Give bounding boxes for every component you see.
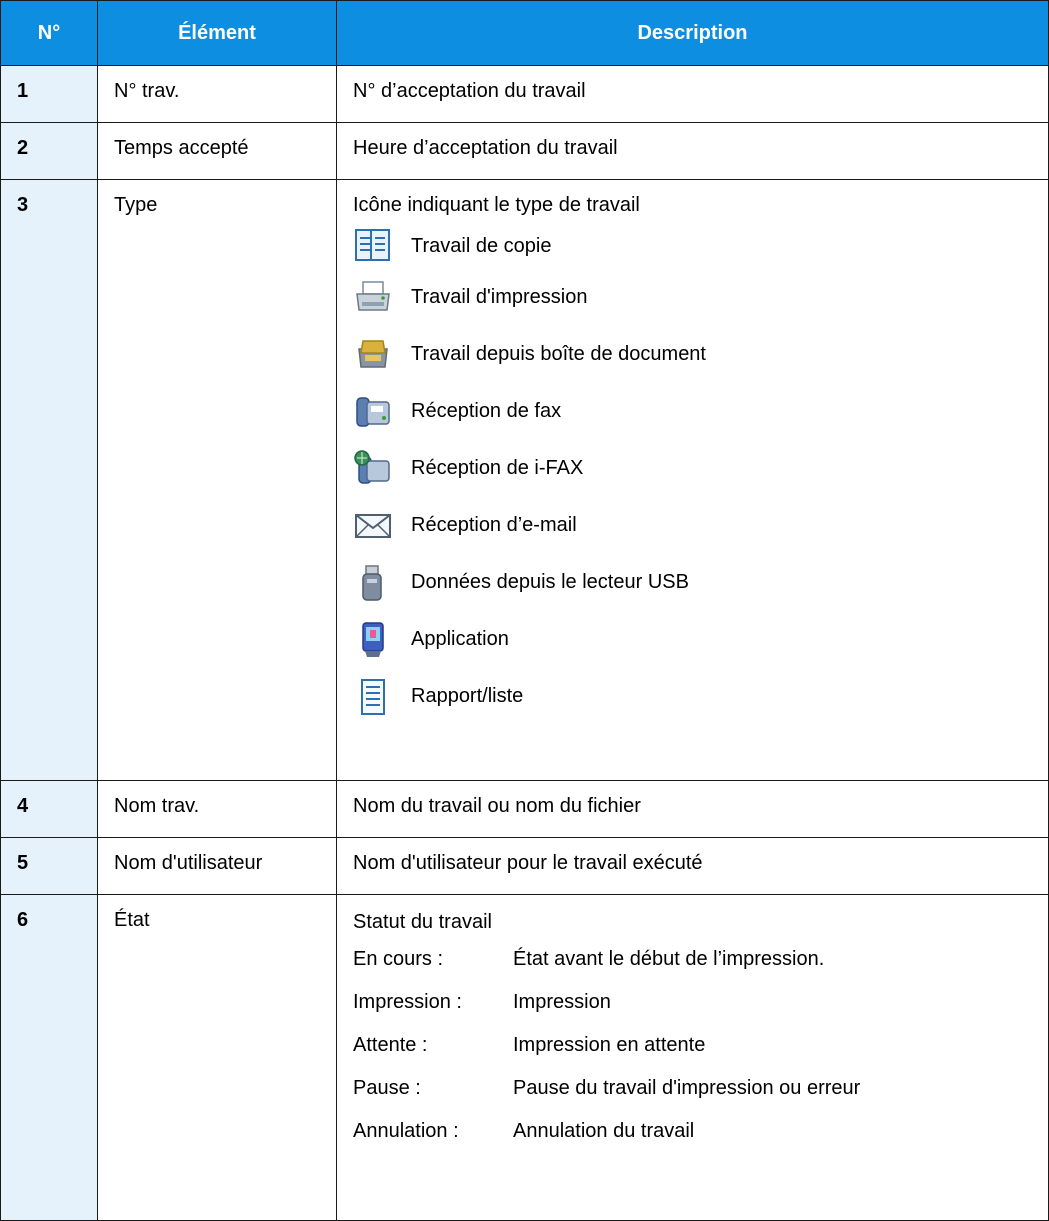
table-row: 2 Temps accepté Heure d’acceptation du t… — [0, 122, 1049, 180]
type-item-document-box: Travail depuis boîte de document — [353, 326, 1048, 383]
row-description: N° d’acceptation du travail — [353, 80, 586, 102]
table-row: 3 Type Icône indiquant le type de travai… — [0, 179, 1049, 781]
type-label: Données depuis le lecteur USB — [411, 571, 689, 593]
row-number: 3 — [17, 194, 29, 216]
row-number: 4 — [17, 795, 29, 817]
application-icon — [353, 620, 393, 660]
table-row: 4 Nom trav. Nom du travail ou nom du fic… — [0, 780, 1049, 838]
fax-receive-icon — [353, 392, 393, 432]
row-description: Icône indiquant le type de travail — [353, 194, 640, 216]
status-item: Impression : Impression — [353, 981, 1048, 1024]
row-element: Type — [114, 194, 158, 216]
status-label: Impression : — [353, 991, 462, 1013]
row-number: 6 — [17, 909, 29, 931]
status-item: En cours : État avant le début de l’impr… — [353, 938, 1048, 981]
status-item: Pause : Pause du travail d'impression ou… — [353, 1067, 1048, 1110]
type-label: Réception d’e-mail — [411, 514, 577, 536]
header-element: Élément — [97, 0, 337, 66]
status-label: Pause : — [353, 1077, 421, 1099]
table-row: 5 Nom d'utilisateur Nom d'utilisateur po… — [0, 837, 1049, 895]
status-text: État avant le début de l’impression. — [513, 948, 825, 970]
row-element: N° trav. — [114, 80, 180, 102]
type-item-report: Rapport/liste — [353, 668, 1048, 725]
table-row: 1 N° trav. N° d’acceptation du travail — [0, 65, 1049, 123]
type-item-application: Application — [353, 611, 1048, 668]
row-element: Nom d'utilisateur — [114, 852, 263, 874]
copy-job-icon — [353, 226, 393, 266]
status-text: Impression en attente — [513, 1034, 706, 1056]
type-label: Travail depuis boîte de document — [411, 343, 706, 365]
status-item: Attente : Impression en attente — [353, 1024, 1048, 1067]
row-description: Heure d’acceptation du travail — [353, 137, 618, 159]
status-label: Annulation : — [353, 1120, 459, 1142]
report-list-icon — [353, 677, 393, 717]
table-row: 6 État Statut du travail En cours : État… — [0, 894, 1049, 1221]
type-item-fax: Réception de fax — [353, 383, 1048, 440]
row-description: Nom d'utilisateur pour le travail exécut… — [353, 852, 703, 874]
usb-drive-icon — [353, 563, 393, 603]
type-item-email: Réception d’e-mail — [353, 497, 1048, 554]
type-label: Rapport/liste — [411, 685, 524, 707]
type-item-print: Travail d'impression — [353, 269, 1048, 326]
job-status-table: N° Élément Description 1 N° trav. N° d’a… — [0, 0, 1049, 1221]
type-label: Réception de i-FAX — [411, 457, 584, 479]
row-element: État — [114, 909, 150, 931]
status-text: Annulation du travail — [513, 1120, 695, 1142]
row-element: Nom trav. — [114, 795, 200, 817]
ifax-receive-icon — [353, 449, 393, 489]
header-num: N° — [0, 0, 98, 66]
row-number: 5 — [17, 852, 29, 874]
status-text: Pause du travail d'impression ou erreur — [513, 1077, 861, 1099]
document-box-job-icon — [353, 335, 393, 375]
type-label: Application — [411, 628, 509, 650]
print-job-icon — [353, 278, 393, 318]
status-text: Impression — [513, 991, 611, 1013]
type-label: Travail d'impression — [411, 286, 588, 308]
row-number: 1 — [17, 80, 29, 102]
email-receive-icon — [353, 506, 393, 546]
status-label: Attente : — [353, 1034, 428, 1056]
row-number: 2 — [17, 137, 29, 159]
status-label: En cours : — [353, 948, 444, 970]
row-description: Nom du travail ou nom du fichier — [353, 795, 641, 817]
status-item: Annulation : Annulation du travail — [353, 1110, 1048, 1153]
type-item-copy: Travail de copie — [353, 223, 1048, 269]
type-label: Réception de fax — [411, 400, 562, 422]
type-item-usb: Données depuis le lecteur USB — [353, 554, 1048, 611]
type-label: Travail de copie — [411, 234, 552, 257]
row-description: Statut du travail — [353, 911, 492, 933]
header-description: Description — [336, 0, 1049, 66]
header-row: N° Élément Description — [0, 0, 1049, 66]
row-element: Temps accepté — [114, 137, 249, 159]
type-item-ifax: Réception de i-FAX — [353, 440, 1048, 497]
